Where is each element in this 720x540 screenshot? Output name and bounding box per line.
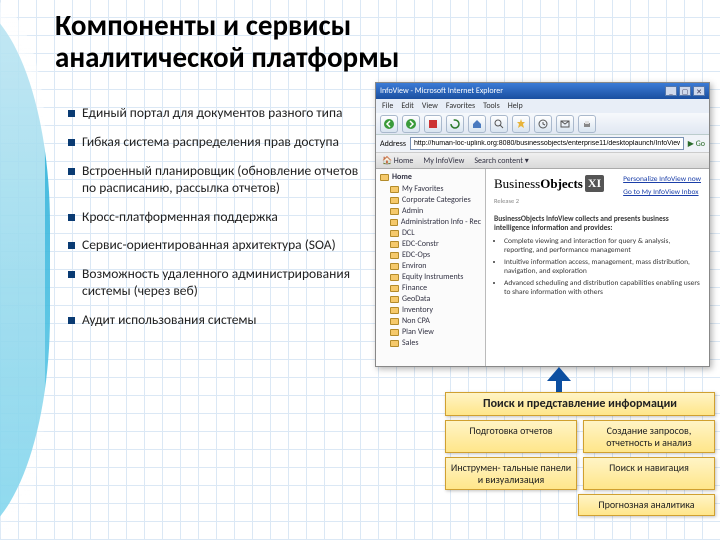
folder-tree: Home My Favorites Corporate Categories A… <box>376 169 486 366</box>
app-search[interactable]: Search content ▾ <box>474 156 528 166</box>
decorative-swirl <box>0 0 50 540</box>
go-button[interactable]: ▶ Go <box>688 139 705 149</box>
forward-button[interactable] <box>402 115 420 133</box>
box-dashboards: Инструмен- тальные панели и визуализация <box>445 457 577 490</box>
maximize-button[interactable]: ▢ <box>679 86 691 96</box>
address-bar: Address ▶ Go <box>376 135 709 153</box>
tree-item[interactable]: Administration Info - Rec <box>390 217 481 227</box>
folder-icon <box>390 219 398 226</box>
bullet-item: Гибкая система распределения прав доступ… <box>68 134 373 151</box>
feature-boxes: Поиск и представление информации Подгото… <box>445 392 715 516</box>
history-icon[interactable] <box>534 115 552 133</box>
box-queries: Создание запросов, отчетность и анализ <box>583 420 715 453</box>
app-home[interactable]: 🏠 Home <box>382 156 413 166</box>
bullet-item: Встроенный планировщик (обновление отчет… <box>68 163 373 197</box>
tree-item[interactable]: DCL <box>390 228 481 238</box>
tree-item[interactable]: My Favorites <box>390 184 481 194</box>
url-input[interactable] <box>410 137 684 150</box>
bullet-item: Кросс-платформенная поддержка <box>68 209 373 226</box>
box-reports: Подготовка отчетов <box>445 420 577 453</box>
menu-item[interactable]: View <box>422 101 438 111</box>
folder-icon <box>390 208 399 215</box>
menu-item[interactable]: Tools <box>483 101 500 111</box>
folder-icon <box>390 186 399 193</box>
search-icon[interactable] <box>490 115 508 133</box>
tree-item[interactable]: EDC-Ops <box>390 250 481 260</box>
businessobjects-logo: BusinessObjects XI <box>494 175 604 192</box>
tree-item[interactable]: Admin <box>390 206 481 216</box>
menu-item[interactable]: Favorites <box>446 101 475 111</box>
menu-item[interactable]: Help <box>508 101 523 111</box>
slide-title: Компоненты и сервисы аналитической платф… <box>55 10 485 74</box>
bullet-item: Единый портал для документов разного тип… <box>68 105 373 122</box>
folder-icon <box>390 263 399 270</box>
app-myinfoview[interactable]: My InfoView <box>423 156 464 166</box>
box-main: Поиск и представление информации <box>445 392 715 416</box>
tree-item[interactable]: EDC-Constr <box>390 239 481 249</box>
description-item: Intuitive information access, management… <box>504 258 701 276</box>
folder-icon <box>390 197 399 204</box>
titlebar: InfoView - Microsoft Internet Explorer _… <box>376 83 709 99</box>
folder-icon <box>390 318 399 325</box>
folder-icon <box>390 252 399 259</box>
inbox-link[interactable]: Go to My InfoView Inbox <box>623 188 701 197</box>
menu-item[interactable]: File <box>382 101 393 111</box>
tree-item[interactable]: Equity Instruments <box>390 272 481 282</box>
tree-item[interactable]: Finance <box>390 283 481 293</box>
description-item: Complete viewing and interaction for que… <box>504 237 701 255</box>
window-title: InfoView - Microsoft Internet Explorer <box>380 86 503 96</box>
box-forecast: Прогнозная аналитика <box>578 494 715 516</box>
app-toolbar: 🏠 Home My InfoView Search content ▾ <box>376 153 709 169</box>
mail-icon[interactable] <box>556 115 574 133</box>
print-icon[interactable] <box>578 115 596 133</box>
menubar: File Edit View Favorites Tools Help <box>376 99 709 113</box>
browser-window: InfoView - Microsoft Internet Explorer _… <box>375 82 710 367</box>
folder-icon <box>390 340 399 347</box>
folder-icon <box>390 274 399 281</box>
address-label: Address <box>380 139 406 149</box>
content-pane: BusinessObjects XI Personalize InfoView … <box>486 169 709 366</box>
home-button[interactable] <box>468 115 486 133</box>
refresh-button[interactable] <box>446 115 464 133</box>
tree-item[interactable]: Environ <box>390 261 481 271</box>
bullet-list: Единый портал для документов разного тип… <box>68 105 373 341</box>
tree-item[interactable]: Corporate Categories <box>390 195 481 205</box>
folder-icon <box>380 174 389 181</box>
description-item: Advanced scheduling and distribution cap… <box>504 279 701 297</box>
toolbar <box>376 113 709 135</box>
close-button[interactable]: ✕ <box>693 86 705 96</box>
minimize-button[interactable]: _ <box>665 86 677 96</box>
personalize-link[interactable]: Personalize InfoView now <box>623 175 701 184</box>
back-button[interactable] <box>380 115 398 133</box>
box-navigation: Поиск и навигация <box>583 457 715 490</box>
tree-item[interactable]: Sales <box>390 338 481 348</box>
tree-item[interactable]: Inventory <box>390 305 481 315</box>
folder-icon <box>390 296 399 303</box>
folder-icon <box>390 307 399 314</box>
folder-icon <box>390 329 399 336</box>
folder-icon <box>390 230 399 237</box>
bullet-item: Сервис-ориентированная архитектура (SOA) <box>68 237 373 254</box>
stop-button[interactable] <box>424 115 442 133</box>
tree-root[interactable]: Home <box>380 172 481 182</box>
folder-icon <box>390 241 399 248</box>
bullet-item: Аудит использования системы <box>68 312 373 329</box>
folder-icon <box>390 285 399 292</box>
tree-item[interactable]: Plan View <box>390 327 481 337</box>
description-lead: BusinessObjects InfoView collects and pr… <box>494 215 701 233</box>
menu-item[interactable]: Edit <box>401 101 414 111</box>
favorites-icon[interactable] <box>512 115 530 133</box>
tree-item[interactable]: GeoData <box>390 294 481 304</box>
tree-item[interactable]: Non CPA <box>390 316 481 326</box>
bullet-item: Возможность удаленного администрирования… <box>68 266 373 300</box>
